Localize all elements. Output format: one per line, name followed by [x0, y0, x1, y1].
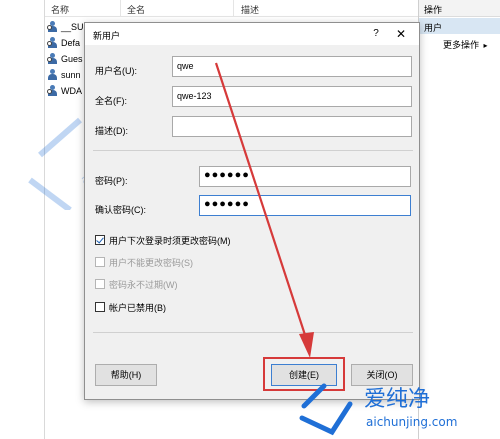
description-field[interactable] — [172, 116, 412, 137]
divider — [93, 150, 413, 151]
list-header: 名称 全名 描述 — [45, 0, 419, 17]
list-item-label: __SU — [61, 21, 84, 32]
checkbox[interactable] — [95, 235, 105, 245]
description-label: 描述(D): — [95, 126, 128, 136]
watermark-badge: 爱纯净 aichunjing.com — [292, 374, 498, 437]
fullname-field[interactable]: qwe-123 — [172, 86, 412, 107]
more-actions-link[interactable]: 更多操作 ▸ — [443, 38, 488, 51]
option-account-disabled[interactable]: 帐户已禁用(B) — [95, 300, 166, 314]
checkbox[interactable] — [95, 257, 105, 267]
new-user-dialog: 新用户 ? ✕ 用户名(U): qwe 全名(F): qwe-123 描述(D)… — [84, 22, 420, 400]
dialog-titlebar[interactable]: 新用户 ? ✕ — [85, 23, 419, 45]
divider — [93, 332, 413, 333]
list-item[interactable]: Defa — [47, 35, 80, 50]
checkbox[interactable] — [95, 302, 105, 312]
dialog-title: 新用户 — [93, 31, 121, 41]
column-description[interactable]: 描述 — [241, 3, 259, 16]
list-item-label: Defa — [61, 37, 81, 48]
username-field[interactable]: qwe — [172, 56, 412, 77]
column-fullname[interactable]: 全名 — [127, 3, 145, 16]
chevron-right-icon: ▸ — [483, 41, 488, 50]
close-icon[interactable]: ✕ — [393, 26, 409, 42]
option-label: 帐户已禁用(B) — [109, 302, 166, 313]
watermark-url: aichunjing.com — [366, 415, 457, 429]
checkbox[interactable] — [95, 279, 105, 289]
user-icon — [47, 37, 58, 48]
watermark-brand: 爱纯净 — [364, 387, 430, 412]
option-label: 用户不能更改密码(S) — [109, 257, 193, 268]
confirm-password-field[interactable]: ●●●●●● — [199, 195, 411, 216]
confirm-password-label: 确认密码(C): — [95, 205, 146, 215]
help-icon[interactable]: ? — [368, 26, 384, 42]
password-label: 密码(P): — [95, 176, 128, 186]
column-name[interactable]: 名称 — [51, 3, 69, 16]
column-separator — [233, 0, 234, 17]
password-field[interactable]: ●●●●●● — [199, 166, 411, 187]
watermark-logo-icon: 爱纯净 aichunjing.com — [299, 383, 457, 436]
more-actions-label: 更多操作 — [443, 40, 480, 50]
list-item[interactable]: __SU — [47, 19, 84, 34]
option-label: 密码永不过期(W) — [109, 279, 178, 290]
action-section-users[interactable]: 用户 — [419, 18, 500, 34]
option-must-change-password[interactable]: 用户下次登录时须更改密码(M) — [95, 233, 231, 247]
help-button[interactable]: 帮助(H) — [95, 364, 157, 386]
column-separator — [120, 0, 121, 17]
action-pane-title: 操作 — [419, 0, 500, 17]
fullname-label: 全名(F): — [95, 96, 127, 106]
username-label: 用户名(U): — [95, 66, 137, 76]
option-cannot-change-password[interactable]: 用户不能更改密码(S) — [95, 255, 193, 269]
option-password-never-expires[interactable]: 密码永不过期(W) — [95, 277, 178, 291]
option-label: 用户下次登录时须更改密码(M) — [109, 235, 231, 246]
user-icon — [47, 21, 58, 32]
